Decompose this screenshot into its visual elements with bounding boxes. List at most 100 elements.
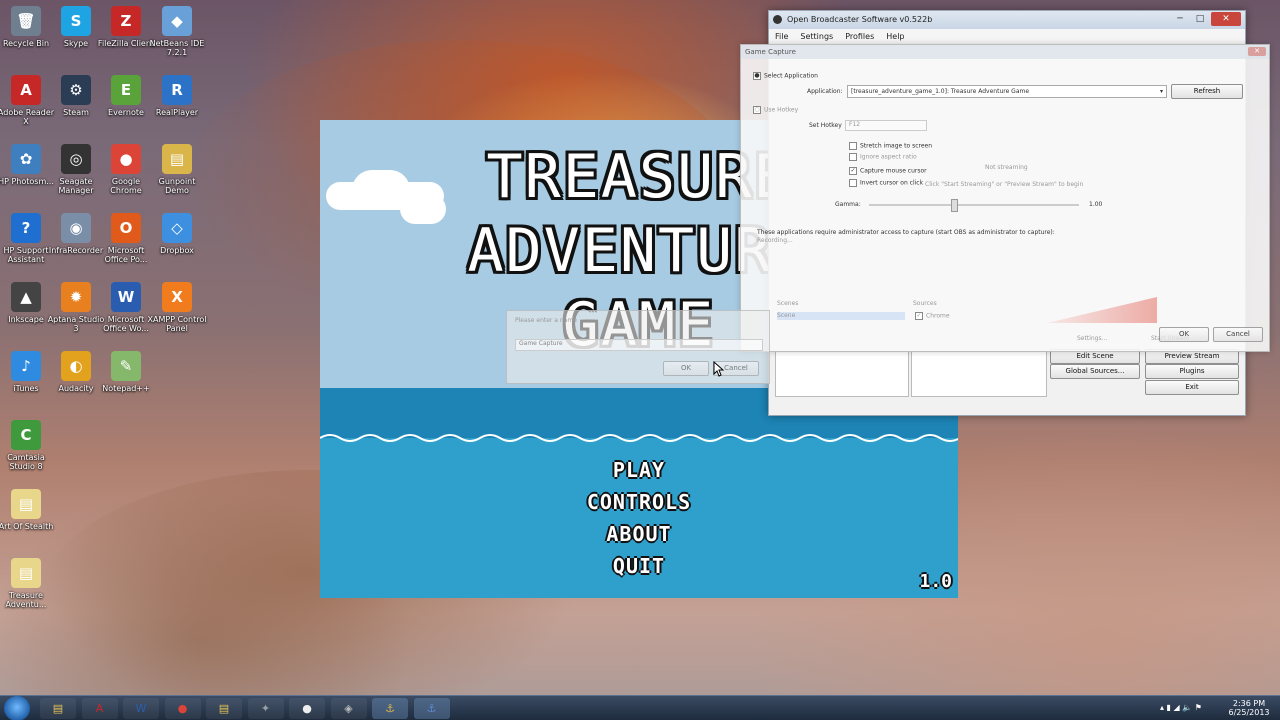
app-icon: S: [61, 6, 91, 36]
use-hotkey-radio[interactable]: ○ Use Hotkey: [753, 106, 798, 114]
app-icon: ◇: [162, 213, 192, 243]
sources-list[interactable]: [911, 351, 1047, 397]
desktop-icon[interactable]: ✎ Notepad++: [96, 351, 156, 393]
taskbar-item-pidgin[interactable]: ✦: [247, 698, 284, 719]
taskbar: ▤ A W ● ▤ ✦ ● ◈ ⚓ ⚓ ▴ ▮ ◢ 🔈 ⚑ 2:36 PM 6/25/2013: [0, 695, 1280, 720]
admin-note: These applications require administrator…: [757, 229, 1055, 236]
app-icon: ◐: [61, 351, 91, 381]
app-icon: ▤: [162, 144, 192, 174]
audio-meter: [1047, 297, 1157, 323]
clock[interactable]: 2:36 PM 6/25/2013: [1224, 699, 1274, 717]
desktop-icon-label: Camtasia Studio 8: [7, 453, 45, 471]
menu-file[interactable]: File: [775, 29, 788, 45]
name-field[interactable]: Game Capture: [515, 339, 763, 351]
app-icon: ♪: [11, 351, 41, 381]
gamma-label: Gamma:: [835, 201, 861, 208]
source-item[interactable]: ✓ Chrome: [915, 312, 950, 320]
gamma-slider[interactable]: [869, 199, 1079, 212]
global-sources-button[interactable]: Global Sources...: [1050, 364, 1140, 379]
game-version: 1.0: [919, 571, 952, 592]
taskbar-item-app[interactable]: ◈: [330, 698, 367, 719]
name-ok-button[interactable]: OK: [663, 361, 709, 376]
app-icon: ◆: [162, 6, 192, 36]
desktop-icon[interactable]: X XAMPP Control Panel: [147, 282, 207, 333]
gamma-slider-thumb[interactable]: [951, 199, 958, 212]
game-capture-title: Game Capture: [745, 48, 796, 56]
taskbar-item-game[interactable]: ⚓: [372, 698, 408, 719]
game-capture-dialog[interactable]: Game Capture ✕ ● Select Application Appli…: [740, 44, 1270, 352]
settings-button[interactable]: Settings...: [1077, 335, 1107, 342]
set-hotkey-label: Set Hotkey: [809, 122, 842, 129]
app-icon: R: [162, 75, 192, 105]
app-icon: ●: [111, 144, 141, 174]
desktop-icon[interactable]: ◇ Dropbox: [147, 213, 207, 255]
scenes-label: Scenes: [777, 300, 799, 307]
stretch-checkbox[interactable]: Stretch image to screen: [849, 142, 932, 150]
maximize-icon[interactable]: □: [1191, 12, 1209, 26]
desktop-icon[interactable]: ▤ Art Of Stealth: [0, 489, 56, 531]
menu-help[interactable]: Help: [886, 29, 904, 45]
gc-cancel-button[interactable]: Cancel: [1213, 327, 1263, 342]
taskbar-item-adobe[interactable]: A: [81, 698, 118, 719]
desktop-icon[interactable]: R RealPlayer: [147, 75, 207, 117]
clock-date: 6/25/2013: [1228, 708, 1270, 717]
game-capture-titlebar[interactable]: Game Capture ✕: [741, 45, 1269, 59]
menu-controls[interactable]: CONTROLS: [320, 490, 958, 514]
close-icon[interactable]: ✕: [1211, 12, 1241, 26]
wave-line: [320, 434, 958, 442]
taskbar-item-obs[interactable]: ●: [289, 698, 325, 719]
name-dialog[interactable]: Please enter a name Game Capture OK Canc…: [506, 310, 770, 384]
desktop-icon-label: XAMPP Control Panel: [147, 315, 207, 333]
obs-titlebar[interactable]: Open Broadcaster Software v0.522b ─ □ ✕: [769, 11, 1245, 29]
start-button[interactable]: [4, 696, 30, 720]
app-icon: ▤: [11, 489, 41, 519]
hotkey-field[interactable]: F12: [845, 120, 927, 131]
not-streaming-status: Not streaming: [985, 164, 1028, 171]
app-icon: O: [111, 213, 141, 243]
obs-menubar: File Settings Profiles Help: [769, 29, 1245, 45]
app-icon: ◎: [61, 144, 91, 174]
application-label: Application:: [807, 88, 843, 95]
refresh-button[interactable]: Refresh: [1171, 84, 1243, 99]
app-icon: ✹: [61, 282, 91, 312]
desktop-icon[interactable]: ▤ Gunpoint Demo: [147, 144, 207, 195]
name-prompt: Please enter a name: [515, 317, 577, 324]
invert-cursor-checkbox[interactable]: Invert cursor on click: [849, 179, 923, 187]
ignore-aspect-checkbox[interactable]: Ignore aspect ratio: [849, 153, 917, 161]
scene-item[interactable]: Scene: [777, 312, 905, 320]
gc-ok-button[interactable]: OK: [1159, 327, 1209, 342]
desktop-icon-label: RealPlayer: [155, 108, 199, 117]
sources-label: Sources: [913, 300, 937, 307]
menu-quit[interactable]: QUIT: [320, 554, 958, 578]
obs-title: Open Broadcaster Software v0.522b: [787, 15, 933, 24]
app-icon: ▤: [11, 558, 41, 588]
application-select[interactable]: [treasure_adventure_game_1.0]: Treasure …: [847, 85, 1167, 98]
capture-mouse-checkbox[interactable]: ✓ Capture mouse cursor: [849, 167, 927, 175]
app-icon: C: [11, 420, 41, 450]
desktop-icon[interactable]: ▤ Treasure Adventu...: [0, 558, 56, 609]
exit-button[interactable]: Exit: [1145, 380, 1239, 395]
taskbar-item-explorer[interactable]: ▤: [40, 698, 76, 719]
stream-hint: Click "Start Streaming" or "Preview Stre…: [925, 181, 1084, 188]
menu-about[interactable]: ABOUT: [320, 522, 958, 546]
select-application-radio[interactable]: ● Select Application: [753, 72, 818, 80]
menu-settings[interactable]: Settings: [800, 29, 833, 45]
desktop-icon[interactable]: ◆ NetBeans IDE 7.2.1: [147, 6, 207, 57]
chevron-down-icon: ▾: [1159, 88, 1163, 95]
gamma-value: 1.00: [1089, 201, 1103, 208]
taskbar-item-game2[interactable]: ⚓: [413, 698, 450, 719]
scenes-list[interactable]: [775, 351, 909, 397]
plugins-button[interactable]: Plugins: [1145, 364, 1239, 379]
taskbar-item-folder[interactable]: ▤: [206, 698, 242, 719]
minimize-icon[interactable]: ─: [1171, 12, 1189, 26]
app-icon: W: [111, 282, 141, 312]
desktop-icon-label: Treasure Adventu...: [5, 591, 47, 609]
recording-status: Recording...: [757, 237, 793, 244]
close-icon[interactable]: ✕: [1248, 47, 1266, 56]
desktop-icon[interactable]: C Camtasia Studio 8: [0, 420, 56, 471]
taskbar-item-chrome[interactable]: ●: [164, 698, 201, 719]
taskbar-item-word[interactable]: W: [123, 698, 159, 719]
desktop-icon-label: Gunpoint Demo: [158, 177, 196, 195]
menu-play[interactable]: PLAY: [320, 458, 958, 482]
menu-profiles[interactable]: Profiles: [845, 29, 874, 45]
